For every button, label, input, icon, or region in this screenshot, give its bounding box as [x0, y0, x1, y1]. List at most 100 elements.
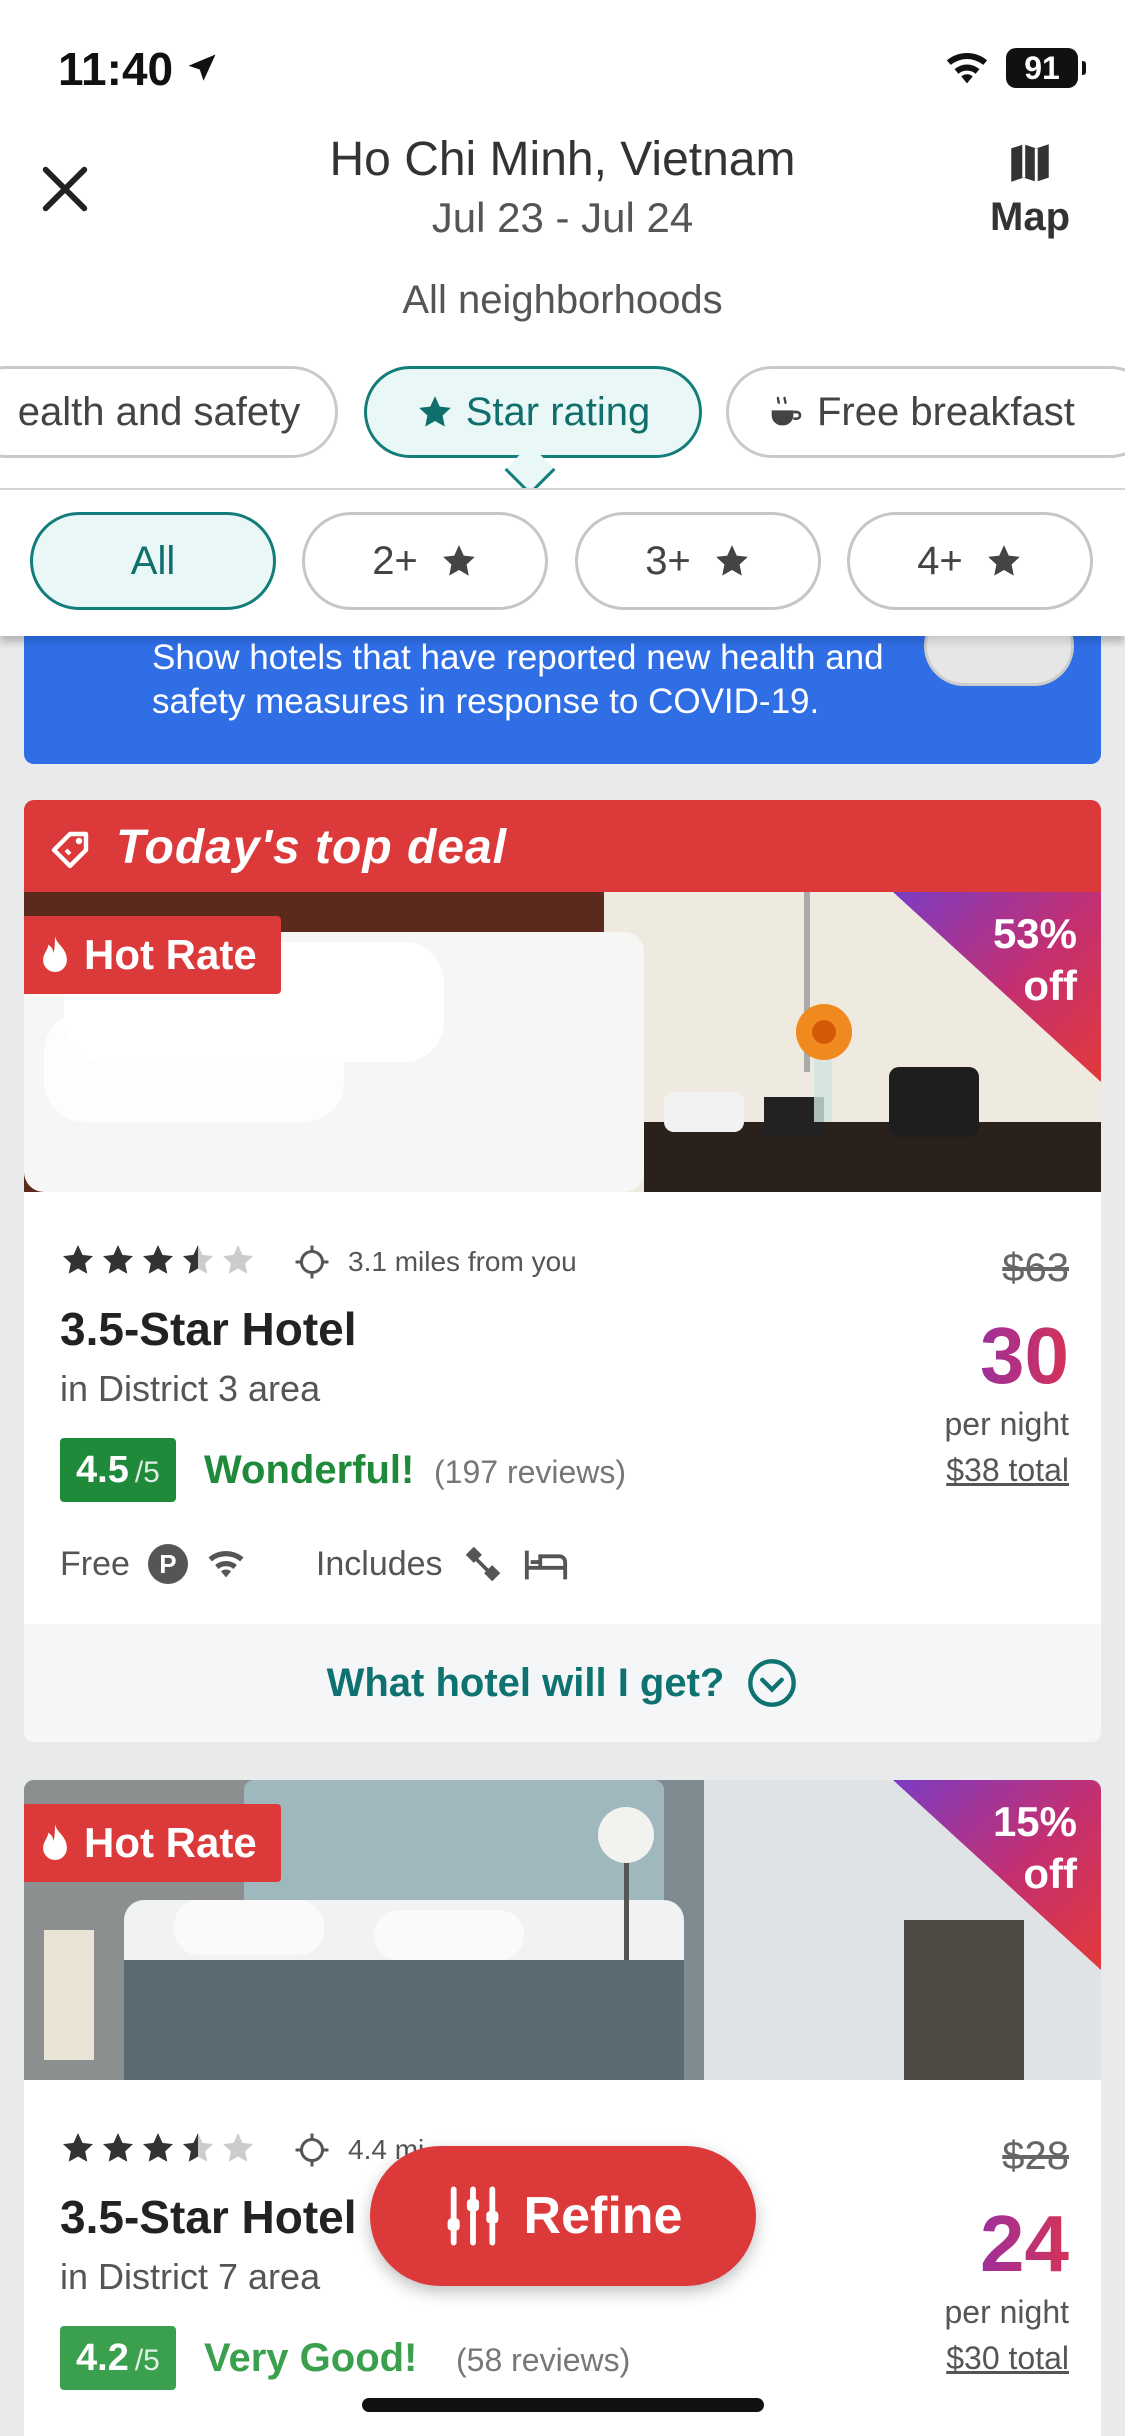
hotel-area: in District 7 area: [60, 2256, 321, 2297]
discount-off: off: [1023, 1850, 1077, 1897]
review-count[interactable]: (58 reviews): [456, 2342, 630, 2379]
discount-text: 53% off: [993, 908, 1077, 1012]
hotel-card[interactable]: Hot Rate 53% off 3.1 miles from you 3.5-…: [24, 892, 1101, 1742]
total-price[interactable]: $30 total: [946, 2340, 1069, 2377]
coffee-cup-icon: [771, 396, 802, 426]
star-icon: [418, 396, 451, 427]
price-currency: $: [948, 2206, 981, 2269]
home-indicator: [362, 2398, 764, 2412]
star-icon: [987, 545, 1020, 576]
discount-text: 15% off: [993, 1796, 1077, 1900]
wifi-icon: [208, 1550, 244, 1578]
star-icon: [143, 1245, 173, 1274]
star-icon: [715, 545, 748, 576]
half-star-icon: [183, 2133, 213, 2162]
star-filter-2plus[interactable]: 2+: [302, 512, 548, 610]
location-arrow-icon: [188, 54, 216, 81]
rating-scale: /5: [134, 1456, 160, 1489]
guest-rating-badge: 4.2 /5: [60, 2326, 176, 2390]
discount-off: off: [1023, 962, 1077, 1009]
hot-rate-badge: Hot Rate: [24, 916, 281, 994]
map-label: Map: [990, 195, 1070, 239]
hotel-search-results: 11:40 91 Ho Chi Minh, Vietnam Jul 23 - J…: [0, 0, 1125, 2436]
price-currency: $: [948, 1318, 981, 1381]
hot-rate-label: Hot Rate: [84, 931, 257, 978]
discount-percent: 15%: [992, 1798, 1077, 1845]
date-range[interactable]: Jul 23 - Jul 24: [0, 194, 1125, 242]
price-amount: 24: [980, 2199, 1069, 2288]
star-icon: [442, 545, 475, 576]
distance-text: 3.1 miles from you: [348, 1246, 577, 1277]
star-filter-4plus[interactable]: 4+: [847, 512, 1093, 610]
refine-label: Refine: [523, 2187, 683, 2245]
sliders-icon: [447, 2186, 498, 2246]
price-tag-icon: [51, 831, 89, 869]
star-filter-all[interactable]: All: [30, 512, 276, 610]
review-count[interactable]: (197 reviews): [434, 1454, 626, 1491]
star-icon: [103, 1245, 133, 1274]
per-night-label: per night: [944, 2294, 1069, 2330]
chip-label: Free breakfast: [817, 389, 1075, 434]
star-rating-display: [60, 2130, 256, 2166]
destination-title[interactable]: Ho Chi Minh, Vietnam: [0, 132, 1125, 187]
star-filter-3plus[interactable]: 3+: [575, 512, 821, 610]
wifi-icon: [946, 53, 988, 84]
star-filter-label: 3+: [645, 538, 691, 583]
star-icon: [143, 2133, 173, 2162]
star-empty-icon: [223, 1245, 253, 1274]
total-price[interactable]: $38 total: [946, 1452, 1069, 1489]
refine-button[interactable]: Refine: [370, 2146, 756, 2286]
flame-icon: [43, 936, 67, 972]
rating-value: 4.5: [76, 1449, 129, 1491]
hotel-card[interactable]: Hot Rate 15% off 4.4 mi 3.5-Star Hotel i…: [24, 1780, 1101, 2436]
per-night-label: per night: [944, 1406, 1069, 1442]
rating-verdict: Very Good!: [204, 2336, 418, 2380]
covid-banner: Show hotels that have reported new healt…: [24, 606, 1101, 764]
chip-star-rating[interactable]: Star rating: [364, 366, 702, 458]
chip-label: ealth and safety: [17, 389, 301, 434]
crosshair-icon: [295, 2133, 329, 2167]
status-time: 11:40: [58, 43, 174, 95]
star-filter-label: 4+: [917, 538, 963, 583]
what-hotel-button[interactable]: What hotel will I get?: [24, 1624, 1101, 1742]
crosshair-icon: [295, 1245, 329, 1279]
star-empty-icon: [223, 2133, 253, 2162]
amenities-row: Free P Includes: [60, 1542, 569, 1586]
half-star-icon: [183, 1245, 213, 1274]
star-rating-display: [60, 1242, 256, 1278]
star-filter-label: All: [130, 538, 176, 583]
amenity-includes-label: Includes: [315, 1544, 443, 1583]
current-price: $24: [949, 2204, 1069, 2284]
map-icon: [1011, 144, 1049, 182]
parking-icon: P: [147, 1544, 188, 1584]
guest-rating-badge: 4.5 /5: [60, 1438, 176, 1502]
rating-scale: /5: [134, 2344, 160, 2377]
hot-rate-label: Hot Rate: [84, 1819, 257, 1866]
rating-verdict: Wonderful!: [204, 1448, 415, 1492]
chip-health-safety[interactable]: ealth and safety: [0, 366, 338, 458]
top-deal-banner: Today's top deal: [24, 800, 1101, 892]
bed-icon: [524, 1550, 567, 1580]
discount-percent: 53%: [992, 910, 1077, 957]
current-price: $30: [949, 1316, 1069, 1396]
price-amount: 30: [980, 1311, 1069, 1400]
neighborhood-selector[interactable]: All neighborhoods: [0, 278, 1125, 323]
status-bar: 11:40 91: [0, 0, 1125, 140]
chip-free-breakfast[interactable]: Free breakfast: [726, 366, 1125, 458]
hotel-name: 3.5-Star Hotel: [60, 2191, 357, 2243]
chevron-down-circle-icon: [748, 1659, 797, 1707]
chip-label: Star rating: [465, 389, 651, 434]
map-button[interactable]: Map: [980, 138, 1080, 240]
covid-banner-text: Show hotels that have reported new healt…: [152, 638, 884, 721]
star-icon: [103, 2133, 133, 2162]
dumbbell-icon: [465, 1546, 500, 1582]
hot-rate-badge: Hot Rate: [24, 1804, 281, 1882]
amenity-free-label: Free: [60, 1544, 130, 1583]
what-hotel-label: What hotel will I get?: [326, 1660, 725, 1705]
original-price: $28: [1002, 2134, 1069, 2178]
star-filter-label: 2+: [372, 538, 418, 583]
star-icon: [63, 1245, 93, 1274]
top-deal-label: Today's top deal: [116, 821, 508, 874]
flame-icon: [43, 1824, 67, 1860]
original-price: $63: [1002, 1246, 1069, 1290]
